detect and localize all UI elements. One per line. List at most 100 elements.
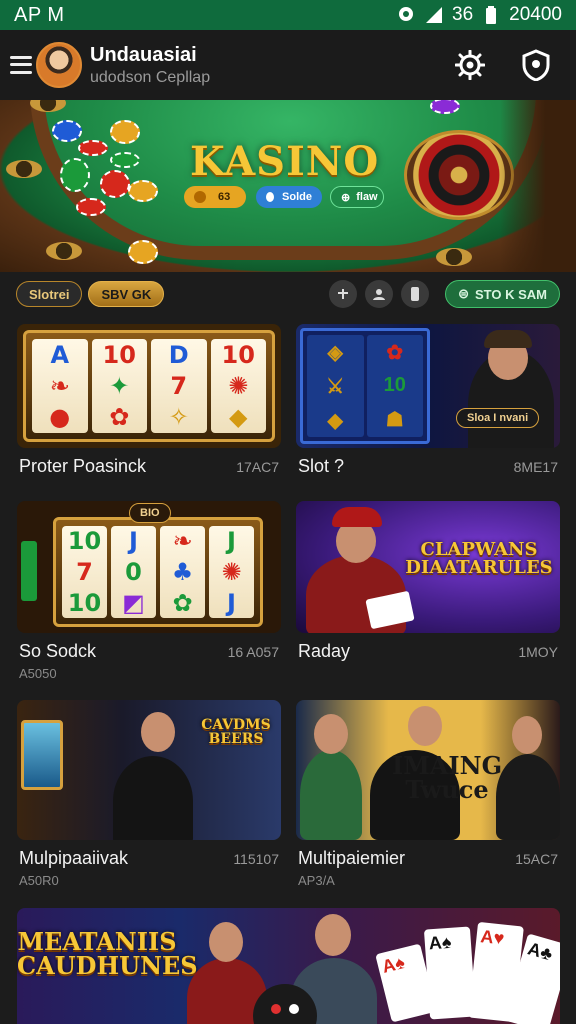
game-name: Multipaiemier — [298, 848, 406, 868]
signal-icon — [424, 6, 444, 24]
chip-stack — [128, 240, 158, 264]
player-head — [141, 712, 175, 752]
game-thumbnail: A ❧ ● 10 ✦ ✿ D 7 ✧ 10 ✺ ◆ — [17, 324, 281, 448]
status-bar: AP M 36 20400 — [0, 0, 576, 30]
game-count: 115107 — [233, 851, 279, 867]
battery-icon — [481, 6, 501, 24]
game-count: 15AC7 — [515, 851, 558, 867]
chip-stack — [128, 180, 158, 202]
player-cap — [332, 507, 382, 527]
avatar[interactable] — [36, 42, 82, 88]
filter-icons: ⊜ STO K SAM — [329, 280, 560, 308]
slot-reels: ◈ ⚔ ◆ ✿ 10 ☗ — [300, 328, 430, 444]
game-count: 17AC7 — [236, 459, 279, 475]
banner-title: KASINO — [190, 138, 380, 185]
chip-stack — [60, 158, 90, 192]
banner-button-label: flaw — [356, 191, 378, 203]
cup-holder — [436, 248, 472, 266]
sort-icon: ⊜ — [458, 286, 469, 301]
game-badge: BIO — [129, 503, 171, 523]
chip-stack — [110, 120, 140, 144]
game-logo: MEATANIIS CAUDHUNES — [17, 927, 198, 980]
sort-button[interactable]: ⊜ STO K SAM — [445, 280, 560, 308]
banner-button-coins[interactable]: 63 — [184, 186, 246, 208]
card-meta: Slot ? 8ME17 — [296, 456, 560, 477]
user-icon[interactable] — [365, 280, 394, 308]
game-card[interactable]: CLAPWANS DIAATARULES Raday 1MOY — [296, 501, 560, 662]
status-clock: 20400 — [509, 4, 562, 25]
chip-stack — [110, 152, 140, 168]
slot-machine — [21, 720, 63, 790]
card-icon[interactable] — [401, 280, 430, 308]
game-card[interactable]: ◈ ⚔ ◆ ✿ 10 ☗ Sloa I nvani Slot ? 8ME17 — [296, 324, 560, 477]
player-figure — [300, 750, 362, 840]
promo-banner[interactable]: KASINO 63 Solde ⊕ flaw — [0, 100, 576, 272]
card-meta: Proter Poasinck 17AC7 — [17, 456, 281, 477]
player-figure — [113, 756, 193, 840]
page-subtitle: udodson Cepllap — [90, 68, 211, 86]
banner-button-flaw[interactable]: ⊕ flaw — [330, 186, 384, 208]
cup-holder — [6, 160, 42, 178]
player-head — [314, 714, 348, 754]
status-right: 36 20400 — [396, 4, 562, 26]
player-head — [512, 716, 542, 754]
filter-row: Slotrei SBV GK ⊜ STO K SAM — [0, 272, 576, 316]
header-titles: Undauasiai udodson Cepllap — [90, 44, 210, 87]
settings-icon[interactable] — [454, 49, 486, 81]
filter-chip-slots[interactable]: Slotrei — [16, 281, 83, 307]
location-icon — [396, 6, 416, 24]
game-card[interactable]: CAVDMS BEERS Mulpipaaiivak 115107 A50R0 — [17, 700, 281, 888]
game-logo: IMAING Twuce — [392, 751, 503, 804]
game-thumbnail: IMAING Twuce — [296, 700, 560, 840]
player-figure — [496, 754, 560, 840]
game-count: 16 A057 — [227, 644, 279, 660]
sort-up-icon[interactable] — [329, 280, 358, 308]
game-thumbnail: ◈ ⚔ ◆ ✿ 10 ☗ Sloa I nvani — [296, 324, 560, 448]
card-meta: Multipaiemier 15AC7 — [296, 848, 560, 869]
game-thumbnail: CAVDMS BEERS — [17, 700, 281, 840]
game-name: Proter Poasinck — [19, 456, 147, 476]
card-meta: Raday 1MOY — [296, 641, 560, 662]
chip-stack — [76, 198, 106, 216]
player-head — [209, 922, 243, 962]
game-card[interactable]: A ❧ ● 10 ✦ ✿ D 7 ✧ 10 ✺ ◆ Proter Poasinck 17AC7 — [17, 324, 281, 477]
game-count: 8ME17 — [513, 459, 558, 475]
banner-button-label: Solde — [282, 191, 312, 203]
game-card[interactable]: IMAING Twuce Multipaiemier 15AC7 AP3/A — [296, 700, 560, 888]
menu-icon[interactable] — [10, 54, 32, 76]
page-title: Undauasiai — [90, 43, 197, 66]
player-head — [408, 706, 442, 746]
game-name: Slot ? — [298, 456, 345, 476]
game-name: So Sodck — [19, 641, 97, 661]
game-logo: CAVDMS BEERS — [201, 717, 271, 747]
slot-reels: A ❧ ● 10 ✦ ✿ D 7 ✧ 10 ✺ ◆ — [23, 330, 275, 442]
header-actions — [454, 49, 552, 81]
side-panel — [21, 541, 37, 601]
game-card[interactable]: MEATANIIS CAUDHUNES A♠ A♠ A♥ A♣ — [17, 908, 560, 1024]
banner-button-balance[interactable]: Solde — [256, 186, 322, 208]
game-thumbnail: 10 7 10 J 0 ◩ ❧ ♣ ✿ J ✺ J BIO — [17, 501, 281, 633]
game-count: 1MOY — [518, 644, 558, 660]
player-cap — [484, 330, 532, 348]
card-meta: So Sodck 16 A057 — [17, 641, 281, 662]
shield-icon[interactable] — [520, 49, 552, 81]
filter-chip-secondary[interactable]: SBV GK — [88, 281, 165, 307]
sort-label: STO K SAM — [475, 286, 547, 302]
plus-icon: ⊕ — [341, 191, 351, 204]
game-subtext: AP3/A — [298, 873, 335, 888]
banner-button-label: 63 — [218, 191, 231, 203]
game-name: Mulpipaaiivak — [19, 848, 129, 868]
card-meta: Mulpipaaiivak 115107 — [17, 848, 281, 869]
game-logo: CLAPWANS DIAATARULES — [405, 539, 553, 578]
game-badge: Sloa I nvani — [456, 408, 540, 428]
game-subtext: A50R0 — [19, 873, 59, 888]
game-name: Raday — [298, 641, 351, 661]
dot-icon — [266, 192, 275, 202]
chip-stack — [52, 120, 82, 142]
roulette-wheel — [404, 130, 514, 220]
player-head — [315, 914, 351, 956]
game-card[interactable]: 10 7 10 J 0 ◩ ❧ ♣ ✿ J ✺ J BIO So Sodck 16 A057 A… — [17, 501, 281, 681]
cup-holder — [46, 242, 82, 260]
slot-reels: 10 7 10 J 0 ◩ ❧ ♣ ✿ J ✺ J — [53, 517, 263, 627]
game-subtext: A5050 — [19, 666, 57, 681]
